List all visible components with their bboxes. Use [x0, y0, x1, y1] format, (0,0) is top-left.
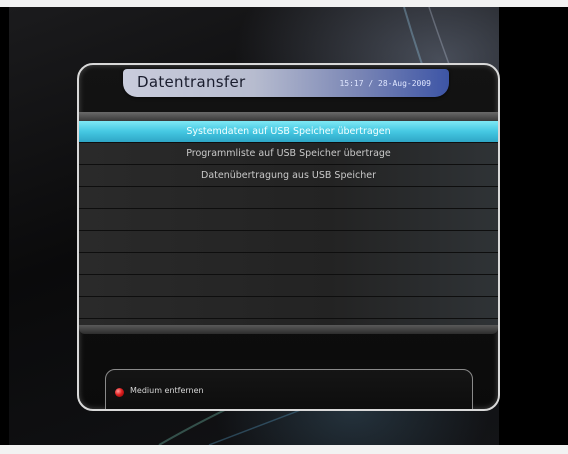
list-top-divider: [79, 112, 498, 121]
dialog-title: Datentransfer: [137, 73, 246, 91]
menu-item-empty: [79, 253, 498, 275]
menu-item-datenuebertragung-import[interactable]: Datenübertragung aus USB Speicher: [79, 165, 498, 187]
menu-item-empty: [79, 187, 498, 209]
menu-item-empty: [79, 275, 498, 297]
menu-item-empty: [79, 297, 498, 319]
clock-datetime: 15:17 / 28-Aug-2009: [339, 79, 431, 88]
menu-item-empty: [79, 209, 498, 231]
menu-item-programmliste-export[interactable]: Programmliste auf USB Speicher übertrage: [79, 143, 498, 165]
red-circle-icon: [115, 388, 124, 397]
button-hint-bar: Medium entfernen: [105, 369, 473, 409]
menu-list: Systemdaten auf USB Speicher übertragen …: [79, 121, 498, 325]
dialog-header: Datentransfer 15:17 / 28-Aug-2009: [123, 69, 449, 97]
datentransfer-dialog: Datentransfer 15:17 / 28-Aug-2009 System…: [77, 63, 500, 411]
menu-item-empty: [79, 231, 498, 253]
letterbox-right: [499, 7, 568, 445]
menu-item-systemdaten-export[interactable]: Systemdaten auf USB Speicher übertragen: [79, 121, 498, 143]
red-button-label[interactable]: Medium entfernen: [130, 386, 204, 395]
letterbox-left: [0, 7, 9, 445]
list-bottom-divider: [79, 325, 498, 334]
